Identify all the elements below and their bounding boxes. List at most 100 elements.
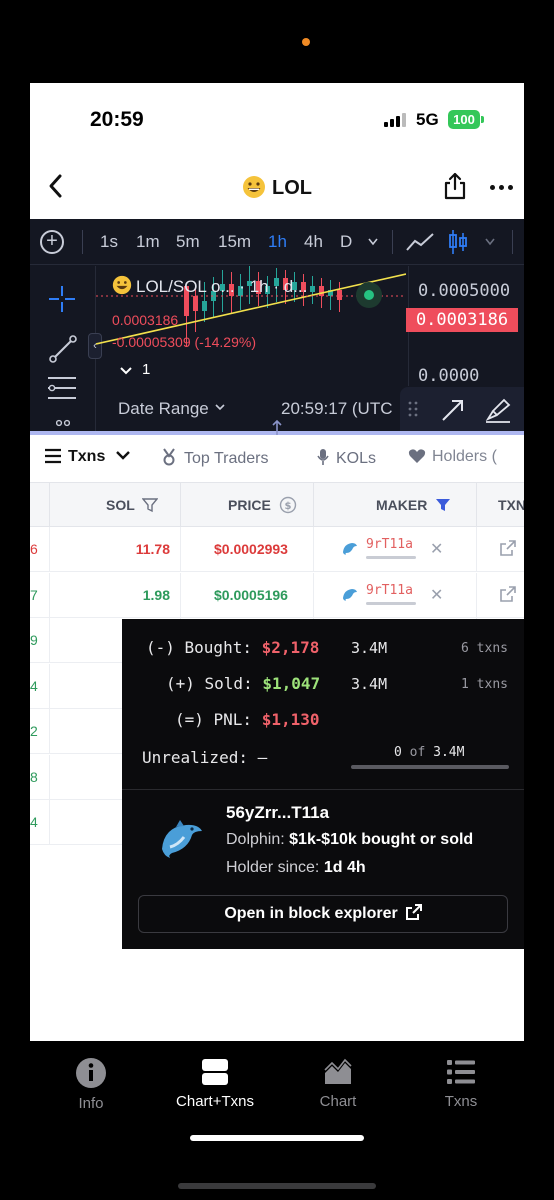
filter-icon[interactable] — [141, 497, 159, 513]
row-index: 7 — [30, 586, 38, 603]
remove-filter-icon[interactable]: ✕ — [430, 585, 443, 605]
cell-divider — [49, 709, 50, 754]
tab-holders[interactable]: Holders ( — [408, 448, 497, 466]
crosshair-icon[interactable] — [47, 284, 77, 314]
tab-kols[interactable]: KOLs — [316, 448, 376, 468]
candle-body — [310, 286, 315, 292]
nav-chart[interactable]: Chart — [283, 1057, 393, 1111]
pnl-line: (=) PNL: $1,130 — [175, 710, 320, 729]
nav-info[interactable]: Info — [36, 1057, 146, 1113]
date-range-button[interactable]: Date Range — [118, 399, 225, 419]
row-maker[interactable]: 9rT11a — [366, 583, 413, 598]
floating-draw-toolbar — [400, 387, 524, 431]
split-view-icon — [202, 1059, 228, 1085]
tab-holders-label: Holders ( — [432, 448, 497, 465]
timeframe-5m[interactable]: 5m — [176, 232, 200, 252]
sold-value: $1,047 — [262, 674, 321, 693]
column-divider — [476, 483, 477, 527]
table-row[interactable]: 6 11.78 $0.0002993 9rT11a ✕ — [30, 527, 524, 572]
nav-txns-label: Txns — [444, 1093, 478, 1110]
chart-clock: 20:59:17 (UTC — [281, 399, 393, 418]
currency-toggle-icon[interactable]: $ — [279, 496, 297, 514]
horizontal-lines-tool-icon[interactable] — [46, 374, 78, 402]
table-header: SOL PRICE $ MAKER TXN — [30, 483, 524, 527]
battery-icon: 100 — [448, 110, 480, 129]
timeframe-dropdown-icon[interactable] — [368, 238, 378, 246]
pnl-label: (=) PNL: — [175, 710, 253, 729]
chart-type-dropdown-icon[interactable] — [485, 238, 495, 246]
cell-divider — [49, 618, 50, 663]
candlestick-icon[interactable] — [448, 229, 468, 255]
timeframe-1h[interactable]: 1h — [268, 232, 287, 252]
more-icon[interactable] — [490, 185, 514, 191]
tab-top-traders[interactable]: Top Traders — [160, 448, 268, 468]
cell-divider — [49, 572, 50, 618]
tab-top-traders-label: Top Traders — [184, 450, 269, 467]
candle-body — [337, 290, 342, 300]
add-indicator-icon[interactable]: + — [40, 230, 64, 254]
trendline-tool-icon[interactable] — [48, 334, 78, 364]
tab-txns[interactable]: Txns — [44, 448, 136, 466]
nav-chart-label: Chart — [319, 1093, 357, 1110]
toolbar-divider — [512, 230, 513, 254]
arrow-tool-icon[interactable] — [440, 397, 466, 423]
chevron-down-icon — [120, 367, 132, 375]
svg-text:$: $ — [284, 501, 291, 512]
external-link-icon[interactable] — [500, 540, 516, 556]
cell-divider — [49, 663, 50, 709]
cell-divider — [313, 572, 314, 618]
heart-icon — [408, 449, 426, 463]
bought-label: (-) Bought: — [146, 638, 252, 657]
microphone-icon — [317, 449, 329, 465]
timeframe-4h[interactable]: 4h — [304, 232, 323, 252]
since-value: 1d 4h — [323, 859, 366, 876]
chevron-down-icon — [115, 451, 130, 460]
battery-tip — [481, 116, 484, 123]
holder-since: Holder since: 1d 4h — [226, 859, 366, 877]
volume-toggle[interactable]: 1 — [114, 358, 160, 382]
column-header-price[interactable]: PRICE $ — [228, 496, 297, 514]
external-link-icon[interactable] — [500, 585, 516, 602]
share-icon[interactable] — [442, 171, 468, 201]
wallet-address: 56yZrr...T11a — [226, 803, 330, 822]
drag-handle-icon[interactable] — [408, 401, 418, 417]
line-chart-icon[interactable] — [406, 231, 434, 253]
open-block-explorer-button[interactable]: Open in block explorer — [138, 895, 508, 933]
area-chart-icon — [324, 1058, 352, 1084]
unrealized-label: Unrealized: – — [142, 748, 268, 767]
network-label: 5G — [416, 110, 439, 129]
candle-body — [193, 296, 198, 311]
nav-chart-txns-label: Chart+Txns — [176, 1093, 254, 1110]
grinning-face-icon — [112, 275, 132, 295]
row-maker[interactable]: 9rT11a — [366, 537, 413, 552]
home-indicator-shadow — [178, 1183, 376, 1189]
brush-tool-icon[interactable] — [484, 397, 512, 423]
cell-divider — [180, 572, 181, 618]
remove-filter-icon[interactable]: ✕ — [430, 539, 443, 559]
timeframe-1m[interactable]: 1m — [136, 232, 160, 252]
more-tools-icon[interactable] — [56, 418, 70, 428]
column-header-sol[interactable]: SOL — [106, 497, 159, 513]
column-header-txn[interactable]: TXN — [498, 497, 524, 513]
cell-divider — [49, 527, 50, 572]
nav-chart-txns[interactable]: Chart+Txns — [160, 1057, 270, 1111]
cell-divider — [476, 527, 477, 572]
row-index: 8 — [30, 768, 38, 785]
maker-bar — [366, 556, 416, 559]
popup-divider — [122, 789, 524, 790]
table-row[interactable]: 7 1.98 $0.0005196 9rT11a ✕ — [30, 572, 524, 618]
tab-kols-label: KOLs — [336, 450, 377, 467]
home-indicator[interactable] — [190, 1135, 364, 1141]
timeframe-d[interactable]: D — [340, 232, 352, 252]
column-header-maker[interactable]: MAKER — [376, 497, 451, 513]
timeframe-15m[interactable]: 15m — [218, 232, 251, 252]
date-range-label: Date Range — [118, 399, 209, 418]
maker-detail-popup: (-) Bought: $2,178 3.4M 6 txns (+) Sold:… — [122, 619, 524, 949]
bought-line: (-) Bought: $2,178 — [146, 638, 319, 657]
nav-txns[interactable]: Txns — [406, 1057, 516, 1111]
unrealized-amount: 0 — [394, 745, 402, 760]
column-header-maker-label: MAKER — [376, 497, 428, 513]
timeframe-1s[interactable]: 1s — [100, 232, 118, 252]
filter-active-icon[interactable] — [435, 497, 451, 513]
column-header-price-label: PRICE — [228, 497, 271, 513]
